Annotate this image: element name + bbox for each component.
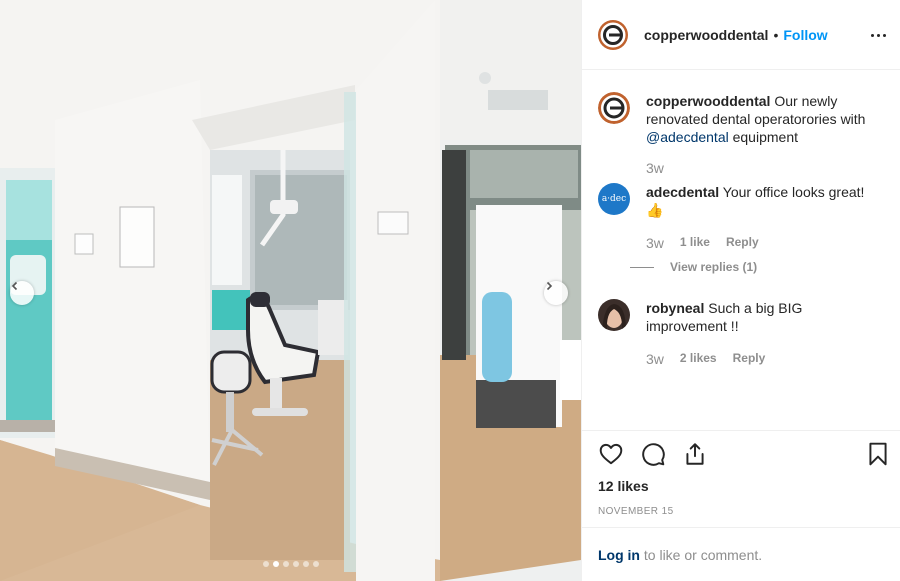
bookmark-icon[interactable] — [865, 441, 891, 467]
view-replies-button[interactable]: View replies (1) — [630, 260, 757, 274]
post-side-panel: copperwooddental • Follow copperwooddent… — [581, 0, 900, 581]
comment-username[interactable]: adecdental — [646, 184, 719, 200]
robyneal-avatar[interactable] — [598, 299, 630, 331]
adecdental-avatar[interactable]: a·dec — [598, 183, 630, 215]
carousel-prev-button[interactable] — [10, 281, 34, 305]
login-link[interactable]: Log in — [598, 547, 640, 563]
chevron-left-icon — [11, 281, 18, 291]
comment-icon[interactable] — [640, 441, 666, 467]
comment-time[interactable]: 3w — [646, 351, 664, 367]
caption-username[interactable]: copperwooddental — [646, 93, 770, 109]
mention-link[interactable]: @adecdental — [646, 129, 729, 145]
reply-button[interactable]: Reply — [733, 351, 766, 367]
likes-count[interactable]: 12 likes — [598, 478, 649, 494]
thumbs-up-emoji: 👍 — [646, 202, 664, 218]
reply-button[interactable]: Reply — [726, 235, 759, 251]
post-date: NOVEMBER 15 — [598, 506, 674, 517]
carousel-dot — [272, 561, 279, 567]
dental-office-photo — [0, 0, 581, 581]
login-prompt: Log in to like or comment. — [598, 547, 762, 563]
post-header: copperwooddental • Follow — [582, 0, 900, 70]
comment-meta: 3w 1 like Reply — [646, 235, 759, 251]
carousel-dot — [282, 561, 289, 567]
chevron-right-icon — [546, 281, 553, 291]
carousel-dot — [292, 561, 299, 567]
caption-body-end: equipment — [732, 129, 798, 145]
header-username[interactable]: copperwooddental — [644, 27, 768, 43]
divider — [582, 430, 900, 431]
copperwood-avatar[interactable] — [598, 19, 628, 50]
copperwood-avatar[interactable] — [598, 92, 630, 124]
view-replies-label: View replies (1) — [670, 260, 758, 274]
post-photo[interactable] — [0, 0, 581, 581]
login-prompt-text: to like or comment. — [643, 547, 763, 563]
header-separator: • — [773, 26, 779, 43]
divider — [582, 527, 900, 528]
comment-body: Your office looks great! — [722, 184, 865, 200]
carousel-dot — [302, 561, 309, 567]
carousel-dot — [262, 561, 269, 567]
carousel-next-button[interactable] — [544, 281, 568, 305]
adec-logo-text: a·dec — [601, 194, 627, 204]
comment-username[interactable]: robyneal — [646, 300, 704, 316]
caption-meta: 3w — [646, 160, 664, 176]
comment-text: robyneal Such a big BIG improvement !! — [646, 299, 886, 335]
replies-line — [630, 266, 654, 268]
carousel-dots — [0, 561, 581, 567]
share-icon[interactable] — [682, 441, 708, 467]
caption-time[interactable]: 3w — [646, 160, 664, 176]
follow-button[interactable]: Follow — [783, 27, 827, 43]
comment-time[interactable]: 3w — [646, 235, 664, 251]
heart-icon[interactable] — [598, 441, 624, 467]
more-options-icon[interactable] — [867, 26, 889, 44]
caption-text: copperwooddental Our newly renovated den… — [646, 92, 886, 146]
comment-likes[interactable]: 1 like — [680, 235, 710, 251]
comment-meta: 3w 2 likes Reply — [646, 351, 765, 367]
comment-text: adecdental Your office looks great! 👍 — [646, 183, 886, 219]
carousel-dot — [312, 561, 319, 567]
comment-likes[interactable]: 2 likes — [680, 351, 717, 367]
instagram-post: copperwooddental • Follow copperwooddent… — [0, 0, 900, 581]
